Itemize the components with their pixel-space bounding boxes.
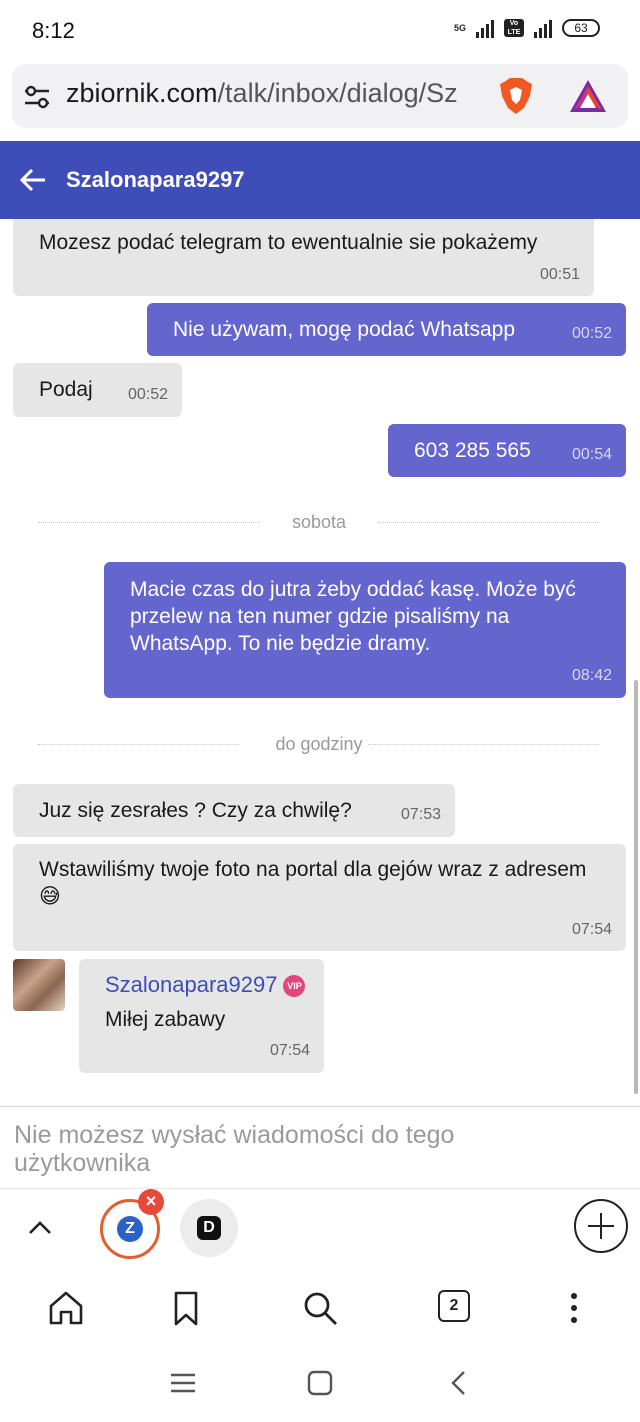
message-text: Mozesz podać telegram to ewentualnie sie… [39,231,538,254]
message-text: Macie czas do jutra żeby oddać kasę. Moż… [130,578,576,655]
tab-strip: Z × D [0,1188,640,1264]
status-icons: 5G Vo LTE 63 [454,18,600,38]
battery-icon: 63 [562,19,600,37]
status-time: 8:12 [32,18,75,43]
back-icon[interactable] [444,1368,474,1398]
message-incoming: Podaj 00:52 [13,363,182,417]
url-host: zbiornik.com [66,78,218,108]
status-bar: 8:12 5G Vo LTE 63 [0,0,640,60]
url-text[interactable]: zbiornik.com/talk/inbox/dialog/Sz [66,78,496,109]
message-text: 603 285 565 [414,439,531,462]
search-icon[interactable] [300,1288,340,1328]
close-tab-icon[interactable]: × [138,1189,164,1215]
more-menu-icon[interactable] [554,1288,594,1328]
other-favicon: D [197,1216,221,1240]
browser-toolbar: 2 [0,1266,640,1346]
message-time: 07:53 [400,806,441,823]
message-text: Podaj [39,378,93,401]
url-path: /talk/inbox/dialog/Sz [217,78,458,108]
date-divider: do godziny [38,734,600,754]
message-text: Nie używam, mogę podać Whatsapp [173,318,515,341]
chevron-up-icon[interactable] [26,1213,54,1241]
tab-other[interactable]: D [180,1199,238,1257]
vip-badge: VIP [283,975,306,998]
bat-rewards-icon[interactable] [568,78,608,114]
message-text: Miłej zabawy [105,1008,226,1031]
message-time: 07:54 [269,1042,310,1059]
message-text: Wstawiliśmy twoje foto na portal dla gej… [39,858,587,908]
zbiornik-favicon: Z [117,1216,143,1242]
message-incoming: Mozesz podać telegram to ewentualnie sie… [13,219,594,296]
home-square-icon[interactable] [305,1368,335,1398]
site-settings-icon[interactable] [22,82,52,112]
message-sender[interactable]: Szalonapara9297 VIP [105,971,306,998]
new-tab-button[interactable] [574,1199,628,1253]
chat-title: Szalonapara9297 [66,167,245,192]
address-bar[interactable]: zbiornik.com/talk/inbox/dialog/Sz [12,64,628,128]
message-time: 00:52 [127,386,168,403]
message-time: 00:51 [539,266,580,283]
message-outgoing: Nie używam, mogę podać Whatsapp 00:52 [147,303,626,356]
message-incoming: Juz się zesrałes ? Czy za chwilę? 07:53 [13,784,455,837]
compose-area: Nie możesz wysłać wiadomości do tego uży… [0,1106,640,1186]
message-time: 07:54 [571,921,612,938]
message-outgoing: Macie czas do jutra żeby oddać kasę. Moż… [104,562,626,698]
scrollbar[interactable] [634,680,638,1094]
date-divider: sobota [38,512,600,532]
brave-shield-icon[interactable] [498,76,534,116]
sender-avatar[interactable] [13,959,65,1011]
message-incoming: Wstawiliśmy twoje foto na portal dla gej… [13,844,626,951]
signal-icon [476,18,494,38]
volte-icon: Vo LTE [504,19,524,37]
message-incoming: Szalonapara9297 VIP Miłej zabawy 07:54 [79,959,324,1073]
chat-header: Szalonapara9297 [0,141,640,219]
network-tag: 5G [453,22,466,33]
message-outgoing: 603 285 565 00:54 [388,424,626,477]
message-time: 00:54 [571,446,612,463]
message-time: 08:42 [571,667,612,684]
date-divider-label: do godziny [275,734,363,754]
home-icon[interactable] [46,1288,86,1328]
sender-name[interactable]: Szalonapara9297 [105,972,277,997]
tab-count-button[interactable]: 2 [438,1290,470,1322]
signal-icon-2 [534,18,552,38]
back-arrow-icon[interactable] [18,165,48,195]
compose-disabled-notice: Nie możesz wysłać wiadomości do tego uży… [14,1121,455,1177]
bookmark-icon[interactable] [166,1288,206,1328]
message-text: Juz się zesrałes ? Czy za chwilę? [39,799,352,822]
recents-icon[interactable] [168,1368,198,1398]
system-navigation [0,1346,640,1422]
message-time: 00:52 [571,325,612,342]
date-divider-label: sobota [291,512,347,532]
